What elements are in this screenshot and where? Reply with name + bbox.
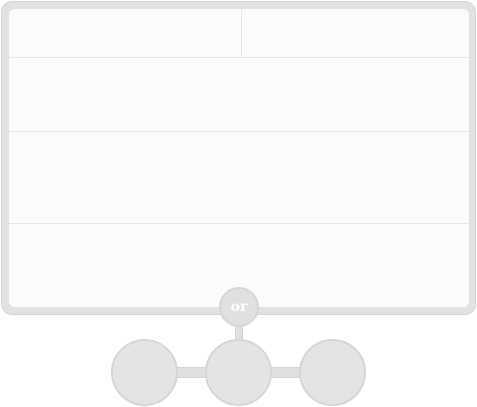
header-cell-left — [9, 9, 242, 57]
panel-row-header — [9, 9, 469, 58]
header-cell-right — [242, 9, 469, 57]
option-circle-2[interactable] — [205, 339, 272, 406]
content-panel — [9, 9, 469, 307]
option-circle-3[interactable] — [299, 339, 366, 406]
or-connector-badge: or — [219, 287, 259, 327]
stage: or — [0, 0, 477, 407]
option-circle-1[interactable] — [111, 339, 178, 406]
or-connector-label: or — [230, 299, 248, 315]
panel-row-3 — [9, 132, 469, 224]
panel-row-2 — [9, 58, 469, 132]
